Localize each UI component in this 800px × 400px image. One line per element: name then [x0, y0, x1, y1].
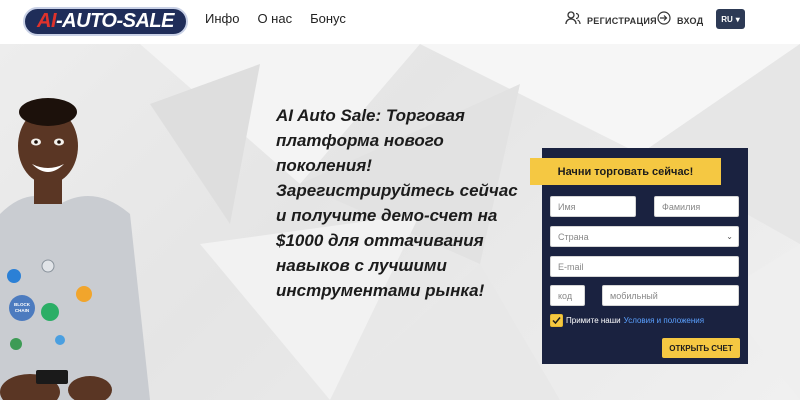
register-link[interactable]: РЕГИСТРАЦИЯ	[565, 11, 657, 30]
nav-about[interactable]: О нас	[257, 11, 292, 26]
login-label: ВХОД	[677, 15, 704, 26]
nav-info[interactable]: Инфо	[205, 11, 239, 26]
svg-text:BLOCK: BLOCK	[14, 302, 31, 307]
login-icon	[657, 11, 671, 30]
register-label: РЕГИСТРАЦИЯ	[587, 15, 657, 26]
caret-down-icon: ▾	[735, 14, 740, 24]
main-nav: Инфо О нас Бонус	[205, 11, 346, 26]
email-input[interactable]: E-mail	[550, 256, 739, 277]
site-header: AI-AUTO-SALE Инфо О нас Бонус РЕГИСТРАЦИ…	[0, 0, 800, 44]
open-account-button[interactable]: ОТКРЫТЬ СЧЕТ	[662, 338, 740, 358]
language-value: RU	[721, 14, 733, 24]
language-selector[interactable]: RU ▾	[716, 9, 745, 29]
checkmark-icon	[552, 317, 561, 325]
first-name-input[interactable]: Имя	[550, 196, 636, 217]
terms-link[interactable]: Условия и положения	[624, 316, 704, 325]
country-select-value: Страна	[558, 231, 589, 242]
logo-text: AI-AUTO-SALE	[37, 10, 174, 32]
login-link[interactable]: ВХОД	[657, 11, 703, 30]
chevron-down-icon: ⌄	[726, 232, 733, 241]
terms-checkbox[interactable]	[550, 314, 563, 327]
last-name-input[interactable]: Фамилия	[654, 196, 739, 217]
form-title: Начни торговать сейчас!	[530, 158, 721, 185]
users-icon	[565, 11, 581, 30]
country-select[interactable]: Страна ⌄	[550, 226, 739, 247]
svg-text:CHAIN: CHAIN	[15, 308, 29, 313]
hero-person-image: BLOCK CHAIN	[0, 98, 150, 400]
terms-text: Примите наши	[566, 316, 621, 325]
phone-code-input[interactable]: код	[550, 285, 585, 306]
hero-headline: AI Auto Sale: Торговая платформа нового …	[276, 106, 518, 300]
nav-bonus[interactable]: Бонус	[310, 11, 346, 26]
terms-row: Примите наши Условия и положения	[550, 314, 704, 327]
phone-input[interactable]: мобильный	[602, 285, 739, 306]
site-logo[interactable]: AI-AUTO-SALE	[23, 7, 188, 36]
